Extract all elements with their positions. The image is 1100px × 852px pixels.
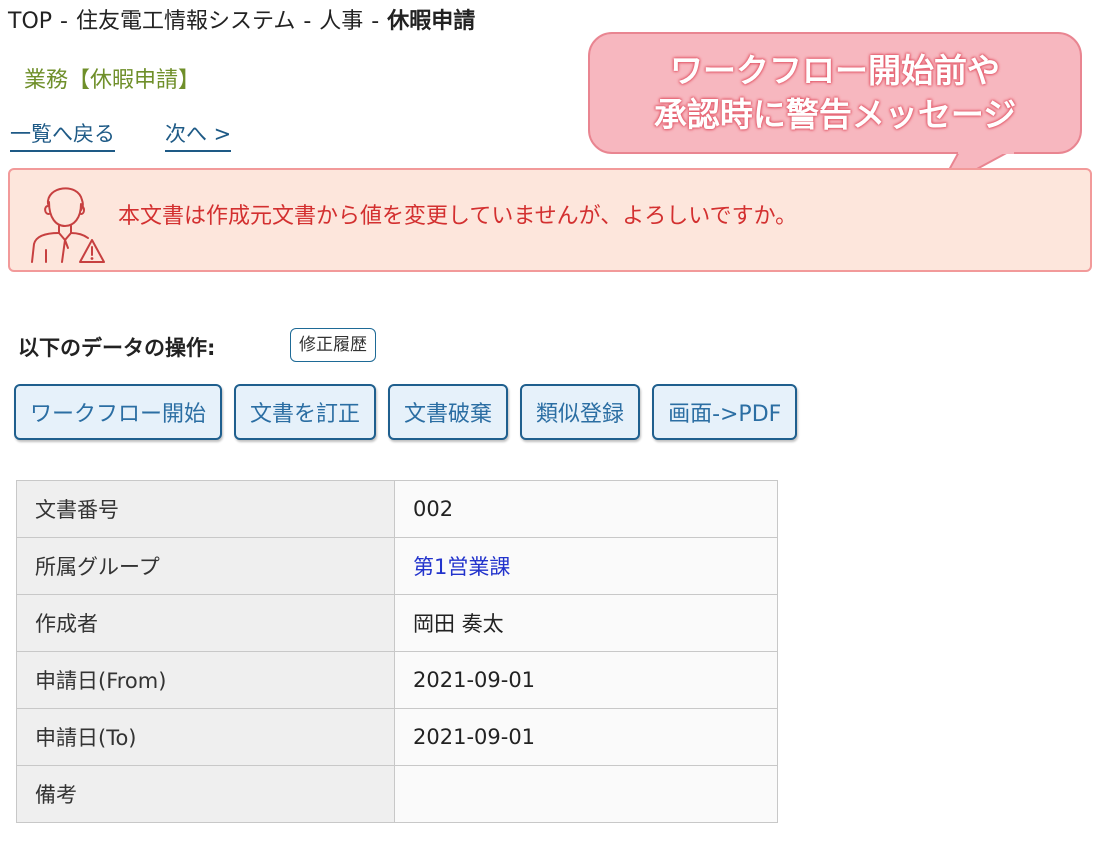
- group-link[interactable]: 第1営業課: [413, 555, 510, 579]
- callout-line-1: ワークフロー開始前や: [670, 51, 1000, 90]
- table-row: 文書番号 002: [16, 480, 778, 538]
- field-label: 備考: [16, 765, 395, 823]
- person-warning-icon: [31, 187, 105, 263]
- field-label: 申請日(From): [16, 651, 395, 709]
- field-label: 文書番号: [16, 480, 395, 538]
- breadcrumb-separator: -: [303, 9, 312, 34]
- table-row: 申請日(To) 2021-09-01: [16, 708, 778, 766]
- field-label: 申請日(To): [16, 708, 395, 766]
- table-row: 所属グループ 第1営業課: [16, 537, 778, 595]
- annotation-callout: ワークフロー開始前や 承認時に警告メッセージ: [588, 32, 1082, 154]
- back-to-list-link[interactable]: 一覧へ戻る: [10, 118, 115, 152]
- table-row: 申請日(From) 2021-09-01: [16, 651, 778, 709]
- breadcrumb-hr[interactable]: 人事: [319, 9, 363, 34]
- table-row: 作成者 岡田 奏太: [16, 594, 778, 652]
- start-workflow-button[interactable]: ワークフロー開始: [14, 384, 223, 440]
- field-value: 岡田 奏太: [394, 594, 778, 652]
- field-value: [394, 765, 778, 823]
- revision-history-button[interactable]: 修正履歴: [290, 328, 376, 362]
- document-details-table: 文書番号 002 所属グループ 第1営業課 作成者 岡田 奏太 申請日(From…: [16, 480, 778, 823]
- breadcrumb-separator: -: [371, 9, 380, 34]
- breadcrumb-current: 休暇申請: [387, 9, 476, 34]
- breadcrumb-system[interactable]: 住友電工情報システム: [76, 9, 295, 34]
- field-label: 所属グループ: [16, 537, 395, 595]
- field-value: 2021-09-01: [394, 708, 778, 766]
- action-toolbar: ワークフロー開始 文書を訂正 文書破棄 類似登録 画面->PDF: [14, 384, 798, 440]
- breadcrumb: TOP - 住友電工情報システム - 人事 - 休暇申請: [8, 4, 475, 40]
- field-value: 2021-09-01: [394, 651, 778, 709]
- similar-register-button[interactable]: 類似登録: [520, 384, 641, 440]
- warning-alert: 本文書は作成元文書から値を変更していませんが、よろしいですか。: [8, 168, 1092, 272]
- breadcrumb-separator: -: [60, 9, 68, 34]
- correct-document-button[interactable]: 文書を訂正: [234, 384, 377, 440]
- field-label: 作成者: [16, 594, 395, 652]
- operations-label: 以下のデータの操作:: [18, 336, 216, 360]
- field-value: 002: [394, 480, 778, 538]
- breadcrumb-top[interactable]: TOP: [8, 9, 52, 34]
- screen-to-pdf-button[interactable]: 画面->PDF: [652, 384, 798, 440]
- table-row: 備考: [16, 765, 778, 823]
- category-title: 業務【休暇申請】: [24, 68, 201, 93]
- next-link[interactable]: 次へ >: [165, 118, 232, 152]
- callout-line-2: 承認時に警告メッセージ: [653, 95, 1017, 134]
- field-value: 第1営業課: [394, 537, 778, 595]
- discard-document-button[interactable]: 文書破棄: [388, 384, 509, 440]
- warning-message: 本文書は作成元文書から値を変更していませんが、よろしいですか。: [118, 204, 798, 229]
